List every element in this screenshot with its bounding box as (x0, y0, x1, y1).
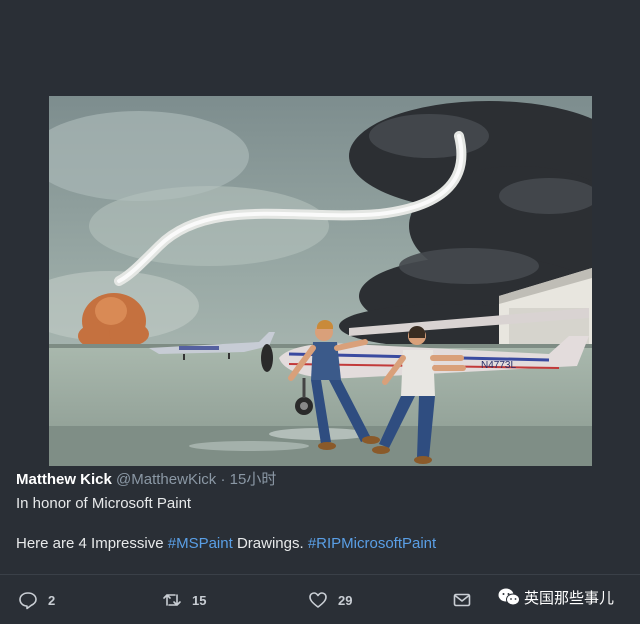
tweet-media-image[interactable]: N4773L (49, 96, 592, 466)
like-count: 29 (338, 592, 353, 608)
plane-registration: N4773L (481, 360, 516, 371)
tweet-line-2-middle: Drawings. (232, 535, 308, 552)
retweet-count: 15 (192, 592, 207, 608)
tweet-text: In honor of Microsoft Paint Here are 4 I… (16, 494, 616, 554)
message-icon (452, 590, 472, 610)
heart-icon (308, 590, 328, 610)
reply-count: 2 (48, 592, 56, 608)
tweet-header: Matthew Kick @MatthewKick · 15小时 (16, 470, 616, 490)
reply-icon (18, 590, 38, 610)
hashtag-mspaint[interactable]: #MSPaint (168, 535, 233, 552)
wechat-icon (498, 588, 520, 606)
author-handle[interactable]: @MatthewKick (116, 471, 216, 488)
separator-dot: · (220, 471, 226, 488)
like-button[interactable]: 29 (308, 588, 352, 612)
tweet-line-2: Here are 4 Impressive #MSPaint Drawings.… (16, 534, 616, 554)
direct-message-button[interactable] (452, 588, 482, 612)
tweet-line-1: In honor of Microsoft Paint (16, 495, 192, 512)
action-divider (0, 574, 640, 575)
retweet-button[interactable]: 15 (162, 588, 206, 612)
ms-paint-illustration: N4773L (49, 96, 592, 466)
tweet-line-2-prefix: Here are 4 Impressive (16, 535, 168, 552)
tweet-timestamp[interactable]: 15小时 (230, 471, 277, 488)
hashtag-ripmicrosoftpaint[interactable]: #RIPMicrosoftPaint (308, 535, 436, 552)
author-name[interactable]: Matthew Kick (16, 471, 112, 488)
wechat-watermark: 英国那些事儿 (498, 586, 614, 608)
watermark-text: 英国那些事儿 (524, 589, 615, 607)
reply-button[interactable]: 2 (18, 588, 55, 612)
retweet-icon (162, 590, 182, 610)
tweet-body: Matthew Kick @MatthewKick · 15小时 In hono… (16, 470, 616, 554)
